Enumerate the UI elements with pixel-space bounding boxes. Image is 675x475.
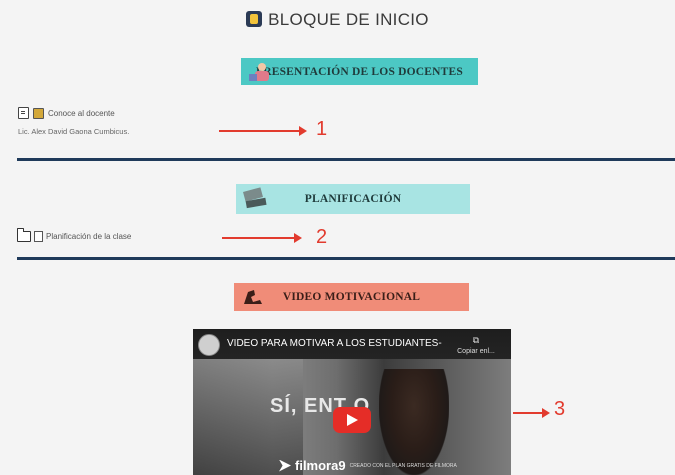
filmora-watermark: filmora9 CREADO CON EL PLAN GRATIS DE FI… xyxy=(279,458,457,473)
file-icon xyxy=(18,107,29,119)
section-banner-presentacion: PRESENTACIÓN DE LOS DOCENTES xyxy=(241,58,478,85)
annotation-number-2: 2 xyxy=(316,226,328,248)
video-header: VIDEO PARA MOTIVAR A LOS ESTUDIANTES- ⧉ … xyxy=(193,329,511,359)
annotation-arrow-1 xyxy=(219,126,307,136)
notebook-icon xyxy=(246,11,263,27)
section-banner-label: VIDEO MOTIVACIONAL xyxy=(282,291,421,303)
annotation-arrow-2 xyxy=(222,233,302,243)
section-banner-video: VIDEO MOTIVACIONAL xyxy=(234,283,469,311)
link-label: Planificación de la clase xyxy=(46,232,132,241)
annotation-arrow-3 xyxy=(513,408,550,418)
link-label: Conoce al docente xyxy=(48,108,115,118)
copy-icon: ⧉ xyxy=(472,335,480,345)
section-banner-label: PLANIFICACIÓN xyxy=(304,193,402,205)
channel-avatar[interactable] xyxy=(198,334,220,356)
link-conoce-docente[interactable]: Conoce al docente xyxy=(18,107,115,119)
annotation-number-1: 1 xyxy=(316,118,328,140)
page-title: BLOQUE DE INICIO xyxy=(0,10,675,30)
copy-link-button[interactable]: ⧉ Copiar enl... xyxy=(453,335,499,355)
section-banner-label: PRESENTACIÓN DE LOS DOCENTES xyxy=(255,65,463,78)
teacher-figure-icon xyxy=(249,63,269,81)
filmora-brand: filmora9 xyxy=(295,458,346,473)
document-icon xyxy=(34,231,43,242)
folder-icon xyxy=(17,228,31,242)
teacher-name: Lic. Alex David Gaona Cumbicus. xyxy=(18,127,130,136)
keyboard-icon xyxy=(243,187,267,209)
link-planificacion-clase[interactable]: Planificación de la clase xyxy=(17,228,132,242)
copy-link-label: Copiar enl... xyxy=(457,348,495,355)
embedded-video[interactable]: VIDEO PARA MOTIVAR A LOS ESTUDIANTES- ⧉ … xyxy=(193,329,511,475)
section-divider xyxy=(17,158,675,161)
flexed-arm-icon xyxy=(244,290,262,304)
section-divider xyxy=(17,257,675,260)
page-title-text: BLOQUE DE INICIO xyxy=(268,10,429,29)
video-title[interactable]: VIDEO PARA MOTIVAR A LOS ESTUDIANTES- xyxy=(227,338,442,349)
annotation-number-3: 3 xyxy=(554,398,566,420)
filmora-subtitle: CREADO CON EL PLAN GRATIS DE FILMORA xyxy=(349,462,457,469)
section-banner-planificacion: PLANIFICACIÓN xyxy=(236,184,470,214)
badge-icon xyxy=(33,107,44,119)
play-button[interactable] xyxy=(333,407,371,433)
filmora-logo-icon xyxy=(279,459,291,472)
